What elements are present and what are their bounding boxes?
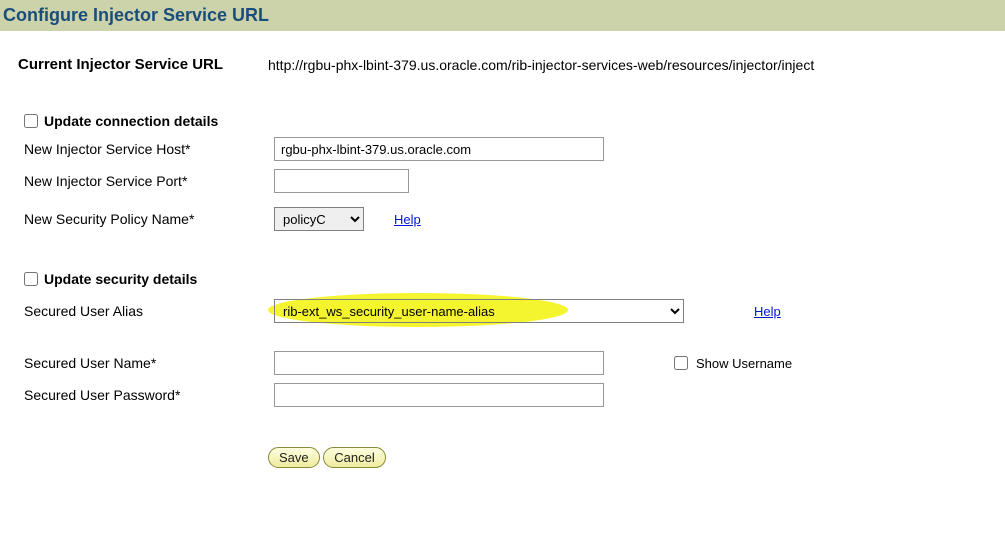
policy-select[interactable]: policyC <box>274 207 364 231</box>
username-label: Secured User Name* <box>24 355 274 371</box>
password-label: Secured User Password* <box>24 387 274 403</box>
update-security-checkbox[interactable] <box>24 272 38 286</box>
page-header: Configure Injector Service URL <box>0 0 1005 31</box>
username-row: Secured User Name* Show Username <box>18 351 987 375</box>
show-username-label: Show Username <box>696 356 792 371</box>
save-button[interactable]: Save <box>268 447 320 468</box>
password-row: Secured User Password* <box>18 383 987 407</box>
current-url-row: Current Injector Service URL http://rgbu… <box>18 56 987 73</box>
port-row: New Injector Service Port* <box>18 169 987 193</box>
cancel-button[interactable]: Cancel <box>323 447 385 468</box>
show-username-checkbox[interactable] <box>674 356 688 370</box>
host-row: New Injector Service Host* <box>18 137 987 161</box>
port-input[interactable] <box>274 169 409 193</box>
host-label: New Injector Service Host* <box>24 141 274 157</box>
password-input[interactable] <box>274 383 604 407</box>
alias-help-link[interactable]: Help <box>754 304 781 319</box>
update-security-label: Update security details <box>44 271 197 287</box>
alias-row: Secured User Alias rib-ext_ws_security_u… <box>18 299 987 323</box>
username-input[interactable] <box>274 351 604 375</box>
update-security-row: Update security details <box>24 271 987 287</box>
update-connection-row: Update connection details <box>24 113 987 129</box>
alias-label: Secured User Alias <box>24 303 274 319</box>
current-url-value: http://rgbu-phx-lbint-379.us.oracle.com/… <box>268 57 814 73</box>
button-row: Save Cancel <box>268 447 987 468</box>
host-input[interactable] <box>274 137 604 161</box>
show-username-wrap: Show Username <box>674 356 792 371</box>
content-area: Current Injector Service URL http://rgbu… <box>0 31 1005 493</box>
port-label: New Injector Service Port* <box>24 173 274 189</box>
update-connection-checkbox[interactable] <box>24 114 38 128</box>
policy-help-link[interactable]: Help <box>394 212 421 227</box>
current-url-label: Current Injector Service URL <box>18 56 268 73</box>
policy-label: New Security Policy Name* <box>24 211 274 227</box>
page-title: Configure Injector Service URL <box>3 5 269 25</box>
alias-select[interactable]: rib-ext_ws_security_user-name-alias <box>274 299 684 323</box>
policy-row: New Security Policy Name* policyC Help <box>18 207 987 231</box>
update-connection-label: Update connection details <box>44 113 218 129</box>
